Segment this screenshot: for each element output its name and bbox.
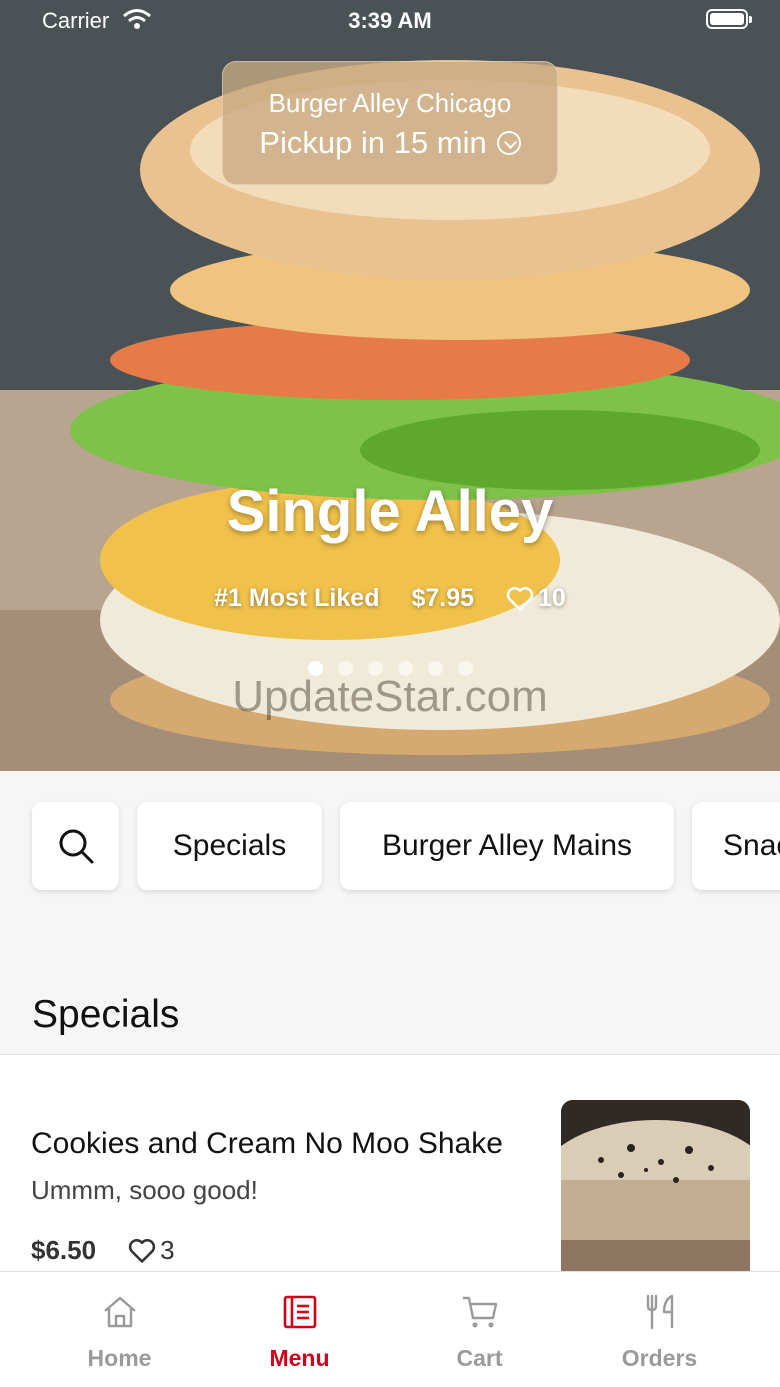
category-chip-mains[interactable]: Burger Alley Mains	[340, 802, 674, 890]
tab-bar: Home Menu Cart Orders	[0, 1271, 780, 1387]
battery-icon	[706, 9, 752, 29]
featured-price: $7.95	[411, 584, 475, 612]
menu-item[interactable]: Cookies and Cream No Moo Shake Ummm, soo…	[0, 1055, 780, 1280]
heart-icon	[128, 1238, 156, 1263]
utensils-icon	[646, 1294, 674, 1330]
item-meta: $6.50 3	[31, 1235, 175, 1266]
hero-banner[interactable]: Carrier 3:39 AM Burger Alley Chicago Pic…	[0, 0, 780, 771]
watermark: UpdateStar.com	[232, 672, 548, 721]
menu-icon	[283, 1295, 317, 1329]
cart-icon	[463, 1296, 498, 1328]
search-button[interactable]	[32, 802, 119, 890]
item-description: Ummm, sooo good!	[31, 1175, 258, 1205]
status-bar: Carrier 3:39 AM	[0, 0, 780, 40]
clock: 3:39 AM	[348, 8, 432, 33]
category-chip-snacks[interactable]: Snacks	[692, 802, 780, 890]
tab-label: Orders	[621, 1345, 698, 1371]
featured-rank: #1 Most Liked	[214, 584, 380, 612]
app-screen: Carrier 3:39 AM Burger Alley Chicago Pic…	[0, 0, 780, 1387]
tab-menu[interactable]: Menu	[202, 1272, 397, 1387]
featured-item-title: Single Alley	[226, 479, 554, 544]
featured-item-meta: #1 Most Liked $7.95 10	[0, 584, 780, 613]
pickup-selector[interactable]: Burger Alley Chicago Pickup in 15 min	[222, 61, 558, 185]
tab-label: Cart	[456, 1345, 503, 1371]
category-chip-specials[interactable]: Specials	[137, 802, 322, 890]
home-icon	[104, 1296, 136, 1328]
shake-image	[561, 1100, 750, 1280]
item-image	[561, 1100, 750, 1280]
category-bar[interactable]: Specials Burger Alley Mains Snacks	[0, 802, 780, 892]
item-name: Cookies and Cream No Moo Shake	[31, 1127, 503, 1160]
heart-icon	[506, 586, 534, 611]
search-icon	[59, 829, 93, 864]
pickup-time-row: Pickup in 15 min	[223, 125, 557, 161]
tab-orders[interactable]: Orders	[562, 1272, 757, 1387]
tab-label: Home	[87, 1345, 152, 1371]
item-likes-count: 3	[160, 1235, 175, 1265]
featured-likes-count: 10	[538, 584, 566, 612]
chevron-down-icon	[496, 131, 521, 155]
item-likes[interactable]: 3	[128, 1235, 175, 1266]
tab-label: Menu	[269, 1345, 330, 1371]
tab-home[interactable]: Home	[22, 1272, 217, 1387]
pickup-time: Pickup in 15 min	[259, 125, 487, 160]
pickup-location: Burger Alley Chicago	[268, 88, 512, 118]
section-title: Specials	[32, 993, 180, 1036]
item-price: $6.50	[31, 1235, 97, 1265]
tab-cart[interactable]: Cart	[382, 1272, 577, 1387]
featured-likes[interactable]: 10	[506, 584, 566, 613]
